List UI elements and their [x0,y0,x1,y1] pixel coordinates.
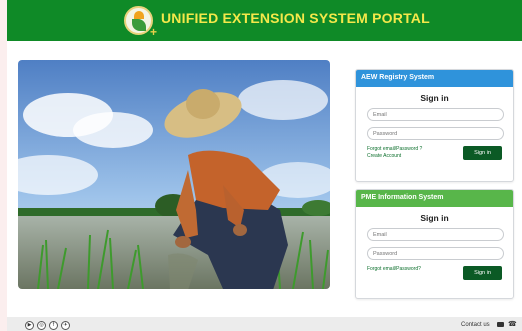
pme-card-title: PME Information System [356,190,513,207]
youtube-icon[interactable]: ▶ [25,321,34,330]
pme-signin-heading: Sign in [420,213,449,223]
aew-links: Forgot email/Password ? Create Account [367,146,422,160]
aew-signin-heading: Sign in [420,93,449,103]
aew-forgot-link[interactable]: Forgot email/Password ? [367,146,422,153]
pme-email-field[interactable] [367,228,504,241]
pme-password-field[interactable] [367,247,504,260]
portal-title: UNIFIED EXTENSION SYSTEM PORTAL [161,10,430,26]
pme-signin-button[interactable]: Sign in [463,266,502,280]
aew-registry-card: AEW Registry System Sign in Forgot email… [355,69,514,182]
aew-email-field[interactable] [367,108,504,121]
phone-icon[interactable]: ☎ [508,320,517,328]
social-links: ▶ ◎ f ✈ [25,321,70,330]
aew-create-account-link[interactable]: Create Account [367,153,422,160]
ues-logo-icon[interactable]: + [124,6,157,38]
logo-leaf [132,19,146,31]
pme-info-card: PME Information System Sign in Forgot em… [355,189,514,299]
facebook-icon[interactable]: f [49,321,58,330]
mail-icon[interactable] [497,322,504,327]
farmer-planting-rice-image [18,60,330,289]
aew-card-title: AEW Registry System [356,70,513,87]
aew-card-footer: Forgot email/Password ? Create Account S… [367,146,502,166]
footer-bar: ▶ ◎ f ✈ Contact us ☎ [7,317,522,331]
contact-us-link[interactable]: Contact us [461,322,490,328]
pme-forgot-link[interactable]: Forgot email/Password? [367,266,421,273]
pme-card-footer: Forgot email/Password? Sign in [367,266,502,286]
instagram-icon[interactable]: ◎ [37,321,46,330]
aew-signin-button[interactable]: Sign in [463,146,502,160]
telegram-icon[interactable]: ✈ [61,321,70,330]
header-bar: + UNIFIED EXTENSION SYSTEM PORTAL [7,0,522,41]
hero-image [18,60,330,289]
aew-password-field[interactable] [367,127,504,140]
logo-sun [134,11,144,19]
logo-plus-icon: + [149,25,157,39]
